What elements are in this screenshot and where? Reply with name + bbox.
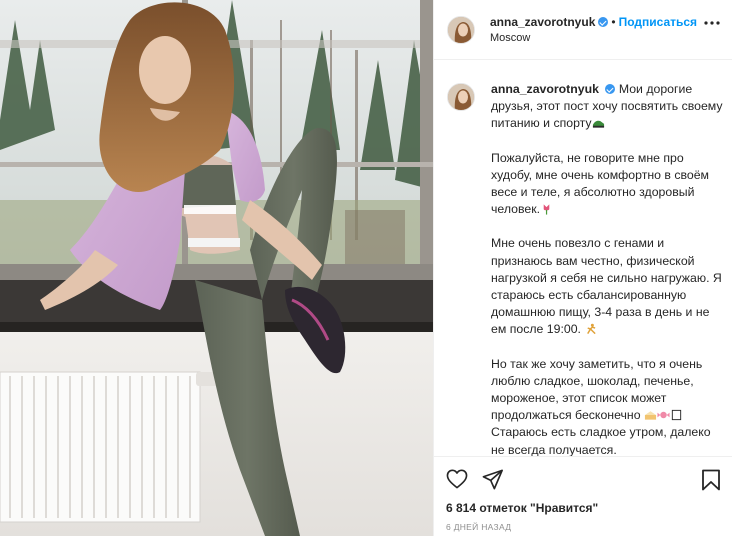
caption-avatar[interactable] — [447, 83, 475, 111]
cake-emoji-icon — [644, 411, 657, 420]
post-caption: anna_zavorotnyuk Мои дорогие друзья, это… — [491, 81, 727, 456]
placeholder-emoji-icon — [671, 410, 682, 421]
heart-icon[interactable] — [446, 469, 468, 489]
caption-paragraph: Но так же хочу заметить, что я очень люб… — [491, 356, 727, 456]
avatar-image — [448, 17, 474, 43]
caption-paragraph: anna_zavorotnyuk Мои дорогие друзья, это… — [491, 81, 727, 133]
location-link[interactable]: Moscow — [490, 32, 530, 44]
caption-scroll-area[interactable]: anna_zavorotnyuk Мои дорогие друзья, это… — [434, 61, 732, 456]
avatar-image — [448, 84, 474, 110]
follow-button[interactable]: Подписаться — [619, 15, 697, 29]
verified-badge-icon — [605, 84, 616, 94]
paper-plane-icon[interactable] — [482, 469, 504, 490]
more-options-icon[interactable] — [703, 20, 721, 26]
runner-emoji-icon — [587, 324, 597, 335]
tulip-emoji-icon — [543, 204, 550, 215]
header-separator: • — [611, 15, 616, 29]
bookmark-icon[interactable] — [701, 469, 721, 491]
caption-username[interactable]: anna_zavorotnyuk — [491, 82, 599, 96]
post-header: anna_zavorotnyuk • Подписаться Moscow — [434, 0, 732, 60]
avatar[interactable] — [447, 16, 475, 44]
sneaker-emoji-icon — [592, 121, 604, 129]
caption-text: Пожалуйста, не говорите мне про худобу, … — [491, 150, 709, 217]
caption-paragraph: Пожалуйста, не говорите мне про худобу, … — [491, 150, 727, 219]
post-photo-image — [0, 0, 433, 536]
caption-text: Стараюсь есть сладкое утром, далеко не в… — [491, 425, 711, 456]
post-side-panel: anna_zavorotnyuk • Подписаться Moscow anna… — [433, 0, 732, 536]
likes-count[interactable]: 6 814 отметок "Нравится" — [446, 501, 598, 515]
header-username[interactable]: anna_zavorotnyuk — [490, 15, 595, 29]
post-actions: 6 814 отметок "Нравится" 6 дней назад — [434, 456, 732, 536]
caption-paragraph: Мне очень повезло с генами и признаюсь в… — [491, 235, 727, 338]
post-photo[interactable] — [0, 0, 433, 536]
post-date[interactable]: 6 дней назад — [446, 522, 511, 532]
caption-text: Мне очень повезло с генами и признаюсь в… — [491, 236, 722, 337]
header-user-line: anna_zavorotnyuk • Подписаться — [490, 15, 697, 29]
candy-emoji-icon — [657, 412, 670, 419]
verified-badge-icon — [598, 17, 609, 27]
